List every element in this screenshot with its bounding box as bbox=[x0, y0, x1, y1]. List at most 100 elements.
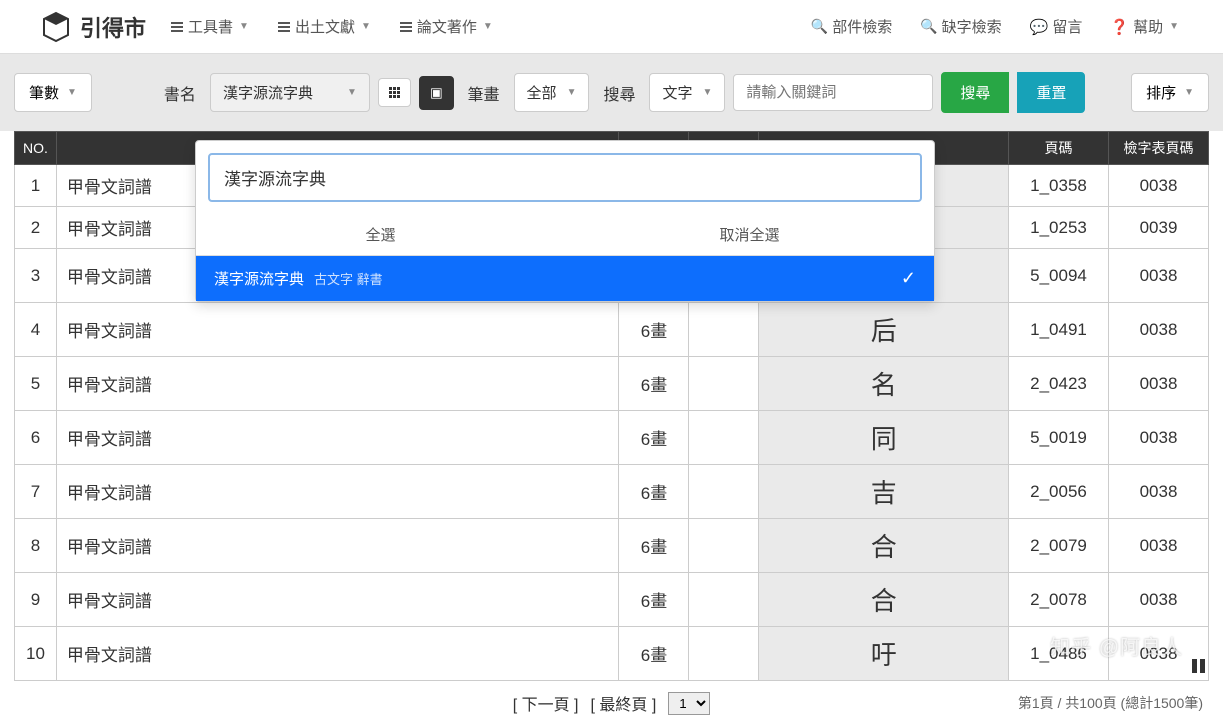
cell-book[interactable]: 甲骨文詞譜 bbox=[56, 303, 619, 357]
cell-blank bbox=[689, 303, 759, 357]
cell-index[interactable]: 0038 bbox=[1109, 249, 1209, 303]
cell-page[interactable]: 2_0056 bbox=[1009, 465, 1109, 519]
hamburger-icon bbox=[170, 20, 184, 34]
logo-icon bbox=[40, 11, 72, 43]
cell-index[interactable]: 0038 bbox=[1109, 519, 1209, 573]
search-icon: 🔍 bbox=[811, 18, 828, 35]
col-index: 檢字表頁碼 bbox=[1109, 132, 1209, 165]
cell-book[interactable]: 甲骨文詞譜 bbox=[56, 627, 619, 681]
caret-down-icon: ▼ bbox=[239, 21, 249, 32]
grid-icon bbox=[389, 87, 400, 98]
cell-book[interactable]: 甲骨文詞譜 bbox=[56, 519, 619, 573]
table-row: 8 甲骨文詞譜 6畫 合 2_0079 0038 bbox=[15, 519, 1209, 573]
cell-index[interactable]: 0038 bbox=[1109, 411, 1209, 465]
reset-button[interactable]: 重置 bbox=[1017, 72, 1085, 113]
cell-page[interactable]: 1_0253 bbox=[1009, 207, 1109, 249]
search-label: 搜尋 bbox=[603, 81, 635, 105]
select-all-button[interactable]: 全選 bbox=[196, 214, 565, 255]
cell-index[interactable]: 0038 bbox=[1109, 357, 1209, 411]
cell-index[interactable]: 0039 bbox=[1109, 207, 1209, 249]
cell-blank bbox=[689, 519, 759, 573]
table-row: 10 甲骨文詞譜 6畫 吁 1_0486 0038 bbox=[15, 627, 1209, 681]
cell-blank bbox=[689, 465, 759, 519]
cell-book[interactable]: 甲骨文詞譜 bbox=[56, 573, 619, 627]
table-row: 6 甲骨文詞譜 6畫 同 5_0019 0038 bbox=[15, 411, 1209, 465]
cell-char[interactable]: 吉 bbox=[759, 465, 1009, 519]
strokes-select[interactable]: 全部 ▼ bbox=[514, 73, 590, 112]
cell-blank bbox=[689, 357, 759, 411]
sort-button[interactable]: 排序 ▼ bbox=[1131, 73, 1209, 112]
cell-page[interactable]: 5_0019 bbox=[1009, 411, 1109, 465]
cell-strokes: 6畫 bbox=[619, 627, 689, 681]
nav-component-search[interactable]: 🔍 部件檢索 bbox=[807, 10, 896, 43]
cell-no: 4 bbox=[15, 303, 57, 357]
search-icon: 🔍 bbox=[920, 18, 937, 35]
page-info: 第1頁 / 共100頁 (總計1500筆) bbox=[1018, 693, 1203, 713]
book-label: 書名 bbox=[164, 81, 196, 105]
dropdown-item[interactable]: 漢字源流字典 古文字 辭書 ✓ bbox=[196, 256, 934, 301]
grid-view-button[interactable] bbox=[378, 78, 411, 107]
last-page-link[interactable]: [ 最終頁 ] bbox=[591, 691, 657, 715]
comment-icon: 💬 bbox=[1030, 18, 1049, 36]
cell-index[interactable]: 0038 bbox=[1109, 465, 1209, 519]
cell-blank bbox=[689, 411, 759, 465]
square-icon: ▣ bbox=[430, 85, 443, 101]
cell-page[interactable]: 5_0094 bbox=[1009, 249, 1109, 303]
cell-blank bbox=[689, 627, 759, 681]
cell-page[interactable]: 2_0423 bbox=[1009, 357, 1109, 411]
list-view-button[interactable]: ▣ bbox=[419, 76, 454, 110]
cell-no: 9 bbox=[15, 573, 57, 627]
table-row: 9 甲骨文詞譜 6畫 合 2_0078 0038 bbox=[15, 573, 1209, 627]
nav-comment[interactable]: 💬 留言 bbox=[1026, 10, 1087, 43]
cell-page[interactable]: 2_0078 bbox=[1009, 573, 1109, 627]
cell-no: 7 bbox=[15, 465, 57, 519]
cell-blank bbox=[689, 573, 759, 627]
cell-page[interactable]: 1_0491 bbox=[1009, 303, 1109, 357]
cell-char[interactable]: 后 bbox=[759, 303, 1009, 357]
cell-page[interactable]: 2_0079 bbox=[1009, 519, 1109, 573]
nav-tools[interactable]: 工具書 ▼ bbox=[166, 10, 253, 43]
strokes-label: 筆畫 bbox=[468, 81, 500, 105]
cell-index[interactable]: 0038 bbox=[1109, 303, 1209, 357]
logo[interactable]: 引得市 bbox=[40, 11, 146, 43]
search-button[interactable]: 搜尋 bbox=[941, 72, 1009, 113]
strokes-count-button[interactable]: 筆數 ▼ bbox=[14, 73, 92, 112]
cell-page[interactable]: 1_0358 bbox=[1009, 165, 1109, 207]
cell-char[interactable]: 合 bbox=[759, 573, 1009, 627]
cell-no: 6 bbox=[15, 411, 57, 465]
search-input[interactable] bbox=[733, 74, 933, 111]
cell-no: 3 bbox=[15, 249, 57, 303]
page-select[interactable]: 1 bbox=[668, 692, 710, 715]
cell-no: 8 bbox=[15, 519, 57, 573]
dropdown-search-input[interactable]: 漢字源流字典 bbox=[208, 153, 922, 202]
cell-index[interactable]: 0038 bbox=[1109, 165, 1209, 207]
cell-char[interactable]: 同 bbox=[759, 411, 1009, 465]
caret-down-icon: ▼ bbox=[361, 21, 371, 32]
hamburger-icon bbox=[277, 20, 291, 34]
header: 引得市 工具書 ▼ 出土文獻 ▼ 論文著作 ▼ 🔍 部件檢索 🔍 缺字檢索 💬 … bbox=[0, 0, 1223, 54]
nav-documents[interactable]: 出土文獻 ▼ bbox=[273, 10, 375, 43]
nav-papers[interactable]: 論文著作 ▼ bbox=[395, 10, 497, 43]
nav-missing-search[interactable]: 🔍 缺字檢索 bbox=[916, 10, 1005, 43]
cell-book[interactable]: 甲骨文詞譜 bbox=[56, 411, 619, 465]
caret-down-icon: ▼ bbox=[347, 87, 357, 98]
cell-strokes: 6畫 bbox=[619, 573, 689, 627]
cell-page[interactable]: 1_0486 bbox=[1009, 627, 1109, 681]
cell-strokes: 6畫 bbox=[619, 519, 689, 573]
cell-book[interactable]: 甲骨文詞譜 bbox=[56, 357, 619, 411]
cell-no: 5 bbox=[15, 357, 57, 411]
cell-index[interactable]: 0038 bbox=[1109, 573, 1209, 627]
cell-book[interactable]: 甲骨文詞譜 bbox=[56, 465, 619, 519]
search-type-select[interactable]: 文字 ▼ bbox=[649, 73, 725, 112]
cell-strokes: 6畫 bbox=[619, 411, 689, 465]
nav-help[interactable]: ❓ 幫助 ▼ bbox=[1106, 10, 1183, 43]
cell-char[interactable]: 合 bbox=[759, 519, 1009, 573]
deselect-all-button[interactable]: 取消全選 bbox=[565, 214, 934, 255]
book-select[interactable]: 漢字源流字典 ▼ bbox=[210, 73, 370, 112]
toolbar: 筆數 ▼ 書名 漢字源流字典 ▼ ▣ 筆畫 全部 ▼ 搜尋 文字 ▼ 搜尋 重置… bbox=[0, 54, 1223, 131]
next-page-link[interactable]: [ 下一頁 ] bbox=[513, 691, 579, 715]
cell-char[interactable]: 名 bbox=[759, 357, 1009, 411]
cell-no: 2 bbox=[15, 207, 57, 249]
cell-char[interactable]: 吁 bbox=[759, 627, 1009, 681]
help-icon: ❓ bbox=[1110, 18, 1129, 36]
